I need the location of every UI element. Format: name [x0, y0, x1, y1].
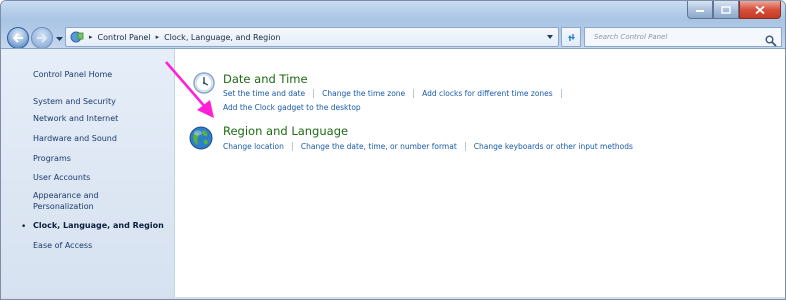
- task-change-keyboards-input-methods[interactable]: Change keyboards or other input methods: [474, 142, 633, 151]
- task-separator: [413, 89, 415, 98]
- task-separator: [560, 89, 562, 98]
- refresh-button[interactable]: [561, 27, 581, 47]
- caption-buttons: [687, 1, 781, 19]
- address-bar[interactable]: ▸ Control Panel ▸ Clock, Language, and R…: [65, 27, 559, 47]
- back-button[interactable]: [7, 27, 29, 49]
- date-and-time-tasks-row-2: Add the Clock gadget to the desktop: [223, 103, 361, 112]
- breadcrumb-separator-icon[interactable]: ▸: [89, 33, 93, 41]
- search-input[interactable]: [585, 33, 755, 41]
- arrow-right-icon: [37, 33, 48, 43]
- task-change-time-zone[interactable]: Change the time zone: [322, 89, 405, 98]
- sidebar-item-programs[interactable]: Programs: [33, 153, 173, 164]
- globe-icon[interactable]: [188, 125, 214, 151]
- recent-pages-dropdown-icon[interactable]: [55, 34, 64, 43]
- forward-button[interactable]: [31, 27, 53, 49]
- region-and-language-tasks-row: Change location Change the date, time, o…: [223, 142, 633, 151]
- clock-icon[interactable]: [192, 71, 216, 95]
- sidebar-item-user-accounts[interactable]: User Accounts: [33, 172, 173, 183]
- search-icon: [765, 35, 777, 47]
- category-title-region-and-language[interactable]: Region and Language: [223, 124, 348, 138]
- breadcrumb-clock-language-region[interactable]: Clock, Language, and Region: [164, 33, 280, 42]
- minimize-button[interactable]: [687, 1, 713, 19]
- task-set-time-and-date[interactable]: Set the time and date: [223, 89, 305, 98]
- main-content: Date and Time Set the time and date Chan…: [176, 49, 785, 299]
- breadcrumb-separator-icon[interactable]: ▸: [156, 33, 160, 41]
- task-separator: [291, 142, 293, 151]
- sidebar: Control Panel Home System and Security N…: [1, 49, 175, 299]
- sidebar-item-clock-language-and-region[interactable]: Clock, Language, and Region: [33, 220, 173, 231]
- control-panel-icon: [70, 31, 84, 43]
- close-icon: [755, 5, 765, 14]
- task-separator: [313, 89, 315, 98]
- window-bottom-edge: [1, 297, 785, 299]
- task-change-date-time-number-format[interactable]: Change the date, time, or number format: [301, 142, 457, 151]
- close-button[interactable]: [739, 1, 781, 19]
- date-and-time-tasks-row-1: Set the time and date Change the time zo…: [223, 89, 570, 98]
- maximize-icon: [721, 5, 731, 14]
- sidebar-item-control-panel-home[interactable]: Control Panel Home: [33, 69, 173, 80]
- maximize-button[interactable]: [713, 1, 739, 19]
- control-panel-window: ▸ Control Panel ▸ Clock, Language, and R…: [0, 0, 786, 300]
- search-box[interactable]: [584, 27, 782, 47]
- task-separator: [464, 142, 466, 151]
- sidebar-item-hardware-and-sound[interactable]: Hardware and Sound: [33, 133, 173, 144]
- sidebar-item-system-and-security[interactable]: System and Security: [33, 96, 173, 107]
- sidebar-item-ease-of-access[interactable]: Ease of Access: [33, 240, 173, 251]
- window-chrome: ▸ Control Panel ▸ Clock, Language, and R…: [1, 1, 785, 49]
- breadcrumb-control-panel[interactable]: Control Panel: [98, 33, 151, 42]
- minimize-icon: [696, 9, 704, 12]
- task-change-location[interactable]: Change location: [223, 142, 284, 151]
- sidebar-item-network-and-internet[interactable]: Network and Internet: [33, 113, 173, 124]
- active-item-bullet-icon: •: [21, 222, 27, 232]
- category-title-date-and-time[interactable]: Date and Time: [223, 72, 308, 86]
- sidebar-item-appearance-and-personalization[interactable]: Appearance and Personalization: [33, 190, 123, 212]
- task-add-clocks-different-time-zones[interactable]: Add clocks for different time zones: [422, 89, 553, 98]
- arrow-left-icon: [12, 33, 23, 43]
- refresh-icon: [568, 34, 575, 41]
- task-add-clock-gadget[interactable]: Add the Clock gadget to the desktop: [223, 103, 361, 112]
- address-history-dropdown-icon[interactable]: [546, 33, 554, 41]
